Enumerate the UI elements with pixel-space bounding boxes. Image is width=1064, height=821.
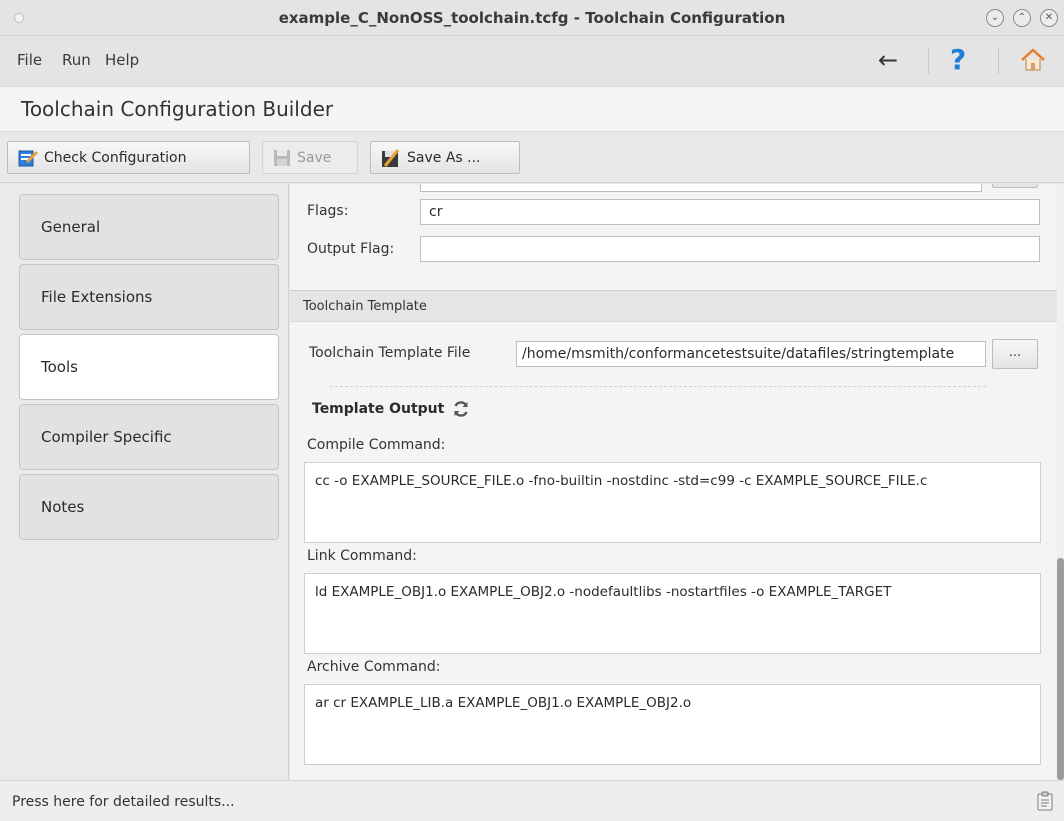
template-file-label: Toolchain Template File <box>309 345 471 361</box>
check-configuration-label: Check Configuration <box>44 149 187 166</box>
template-browse-button[interactable]: ... <box>992 339 1038 369</box>
refresh-icon[interactable] <box>452 400 470 418</box>
toolbar: Check Configuration Save Save As ... <box>0 133 1064 183</box>
check-configuration-icon <box>18 150 38 166</box>
menu-file[interactable]: File <box>17 51 42 69</box>
close-button[interactable]: ✕ <box>1040 9 1058 27</box>
menu-separator <box>928 48 929 74</box>
menu-run[interactable]: Run <box>62 51 91 69</box>
flags-input[interactable]: cr <box>420 199 1040 225</box>
output-flag-input[interactable] <box>420 236 1040 262</box>
output-flag-label: Output Flag: <box>307 241 395 257</box>
template-output-heading: Template Output <box>312 400 470 418</box>
content-scrollbar[interactable] <box>1057 184 1064 780</box>
tab-tools[interactable]: Tools <box>19 334 279 400</box>
save-button[interactable]: Save <box>262 141 358 174</box>
save-as-label: Save As ... <box>407 149 481 166</box>
settings-tab-list: General File Extensions Tools Compiler S… <box>0 184 289 780</box>
save-as-icon <box>382 148 400 167</box>
compile-command-label: Compile Command: <box>307 437 446 453</box>
section-title: Toolchain Template <box>303 299 427 314</box>
tab-compiler-specific[interactable]: Compiler Specific <box>19 404 279 470</box>
tab-notes[interactable]: Notes <box>19 474 279 540</box>
toolchain-template-section-header: Toolchain Template <box>290 290 1057 322</box>
clipboard-icon[interactable] <box>1037 791 1053 811</box>
menu-bar: File Run Help ← ? <box>0 36 1064 86</box>
archiver-path-field[interactable] <box>420 184 982 192</box>
home-icon[interactable] <box>1020 48 1046 72</box>
window-title: example_C_NonOSS_toolchain.tcfg - Toolch… <box>278 9 786 27</box>
back-arrow-icon[interactable]: ← <box>878 46 898 74</box>
menu-help[interactable]: Help <box>105 51 139 69</box>
compile-command-output[interactable]: cc -o EXAMPLE_SOURCE_FILE.o -fno-builtin… <box>304 462 1041 543</box>
maximize-button[interactable]: ⌃ <box>1013 9 1031 27</box>
archive-command-label: Archive Command: <box>307 659 441 675</box>
archiver-browse-button[interactable] <box>992 184 1038 188</box>
divider <box>330 386 986 387</box>
window-titlebar: example_C_NonOSS_toolchain.tcfg - Toolch… <box>0 0 1064 36</box>
save-label: Save <box>297 149 332 166</box>
scrollbar-thumb[interactable] <box>1057 558 1064 780</box>
template-file-input[interactable]: /home/msmith/conformancetestsuite/datafi… <box>516 341 986 367</box>
template-output-title: Template Output <box>312 401 445 417</box>
minimize-button[interactable]: ⌄ <box>986 9 1004 27</box>
page-title: Toolchain Configuration Builder <box>21 97 334 121</box>
menu-separator <box>998 48 999 74</box>
app-heading-bar: Toolchain Configuration Builder <box>0 86 1064 132</box>
status-bar: Press here for detailed results... <box>0 780 1064 821</box>
tab-file-extensions[interactable]: File Extensions <box>19 264 279 330</box>
save-disk-icon <box>274 149 290 166</box>
tools-panel: Flags: cr Output Flag: Toolchain Templat… <box>290 184 1057 780</box>
save-as-button[interactable]: Save As ... <box>370 141 520 174</box>
link-command-label: Link Command: <box>307 548 417 564</box>
tab-general[interactable]: General <box>19 194 279 260</box>
archive-command-output[interactable]: ar cr EXAMPLE_LIB.a EXAMPLE_OBJ1.o EXAMP… <box>304 684 1041 765</box>
link-command-output[interactable]: ld EXAMPLE_OBJ1.o EXAMPLE_OBJ2.o -nodefa… <box>304 573 1041 654</box>
help-icon[interactable]: ? <box>950 43 966 76</box>
flags-label: Flags: <box>307 203 349 219</box>
status-results-link[interactable]: Press here for detailed results... <box>12 794 235 810</box>
check-configuration-button[interactable]: Check Configuration <box>7 141 250 174</box>
